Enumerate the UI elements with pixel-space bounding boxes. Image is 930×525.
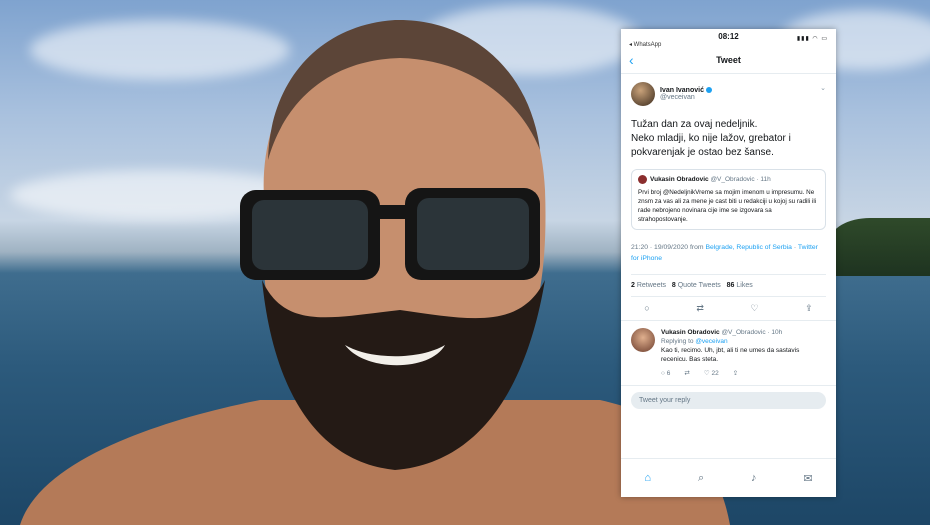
messages-icon[interactable]: ✉ [803, 472, 812, 485]
reply-composer[interactable]: Tweet your reply [631, 392, 826, 409]
tweet-line: Neko mladji, ko nije lažov, grebator i [631, 133, 791, 144]
quote-avatar [638, 175, 647, 184]
home-icon[interactable]: ⌂ [644, 472, 651, 484]
quote-author-name: Vukasin Obradovic [650, 176, 709, 183]
chevron-down-icon[interactable]: ⌄ [820, 84, 826, 92]
tweet-timestamp: 21:20 · 19/09/2020 from [631, 244, 706, 251]
status-back-to-app[interactable]: ◂ WhatsApp [629, 41, 661, 48]
quote-age: · 11h [756, 176, 771, 183]
quoted-tweet[interactable]: Vukasin Obradovic @V_Obradovic · 11h Prv… [631, 169, 826, 230]
phone-screenshot: 08:12 ◂ WhatsApp ▮▮▮ ◠ ▭ ‹ Tweet Ivan Iv… [621, 29, 836, 497]
reply-text: Kao ti, recimo. Uh, jbt, ali ti ne umes … [661, 347, 800, 363]
tweet-line: pokvarenjak je ostao bez šanse. [631, 147, 774, 158]
retweets-stat[interactable]: 2 Retweets [631, 282, 666, 289]
status-icons: ▮▮▮ ◠ ▭ [796, 36, 828, 42]
reply-author-name: Vukasin Obradovic [661, 329, 720, 336]
verified-icon [705, 87, 712, 94]
likes-stat[interactable]: 86 Likes [727, 282, 753, 289]
nav-bar: ‹ Tweet [621, 49, 836, 74]
reply-like-icon[interactable]: ♡ 22 [704, 369, 719, 378]
reply-tweet[interactable]: Vukasin Obradovic @V_Obradovic · 10h Rep… [621, 321, 836, 386]
replying-to-link[interactable]: @veceivan [695, 338, 727, 345]
quote-handle: @V_Obradovic [710, 176, 755, 183]
tweet-line: Tužan dan za ovaj nedeljnik. [631, 119, 758, 130]
reply-handle: @V_Obradovic · 10h [721, 329, 783, 336]
retweet-icon[interactable]: ⇄ [696, 303, 704, 314]
nav-title: Tweet [716, 55, 741, 65]
share-icon[interactable]: ⇪ [805, 303, 813, 314]
notifications-icon[interactable]: ♪ [751, 472, 757, 484]
replying-to-label: Replying to [661, 338, 696, 345]
main-tweet: Ivan Ivanović @veceivan ⌄ Tužan dan za o… [621, 74, 836, 297]
reply-retweet-icon[interactable]: ⇄ [684, 369, 689, 378]
quote-tweets-stat[interactable]: 8 Quote Tweets [672, 282, 721, 289]
tweet-stats: 2 Retweets 8 Quote Tweets 86 Likes [631, 274, 826, 297]
tab-bar: ⌂ ⌕ ♪ ✉ [621, 458, 836, 497]
reply-reply-icon[interactable]: ○ 6 [661, 369, 670, 378]
photo-background: 08:12 ◂ WhatsApp ▮▮▮ ◠ ▭ ‹ Tweet Ivan Iv… [0, 0, 930, 525]
tweet-body: Tužan dan za ovaj nedeljnik. Neko mladji… [631, 118, 826, 160]
reply-replies-count: 6 [666, 370, 671, 377]
reply-share-icon[interactable]: ⇪ [733, 369, 738, 378]
tweet-meta: 21:20 · 19/09/2020 from Belgrade, Republ… [631, 242, 826, 264]
author-name: Ivan Ivanović [660, 87, 704, 94]
author-handle: @veceivan [660, 94, 695, 101]
reply-avatar[interactable] [631, 328, 655, 352]
tweet-location-link[interactable]: Belgrade, Republic of Serbia [705, 244, 792, 251]
avatar[interactable] [631, 82, 655, 106]
tweet-actions: ○ ⇄ ♡ ⇪ [621, 297, 836, 321]
quote-text: Prvi broj @NedeljnikVreme sa mojim imeno… [638, 189, 817, 223]
like-icon[interactable]: ♡ [750, 303, 758, 314]
status-bar: 08:12 ◂ WhatsApp ▮▮▮ ◠ ▭ [621, 29, 836, 49]
search-icon[interactable]: ⌕ [698, 472, 704, 485]
reply-likes-count: 22 [711, 370, 719, 377]
reply-icon[interactable]: ○ [644, 303, 649, 314]
tweet-author[interactable]: Ivan Ivanović @veceivan [631, 82, 826, 106]
